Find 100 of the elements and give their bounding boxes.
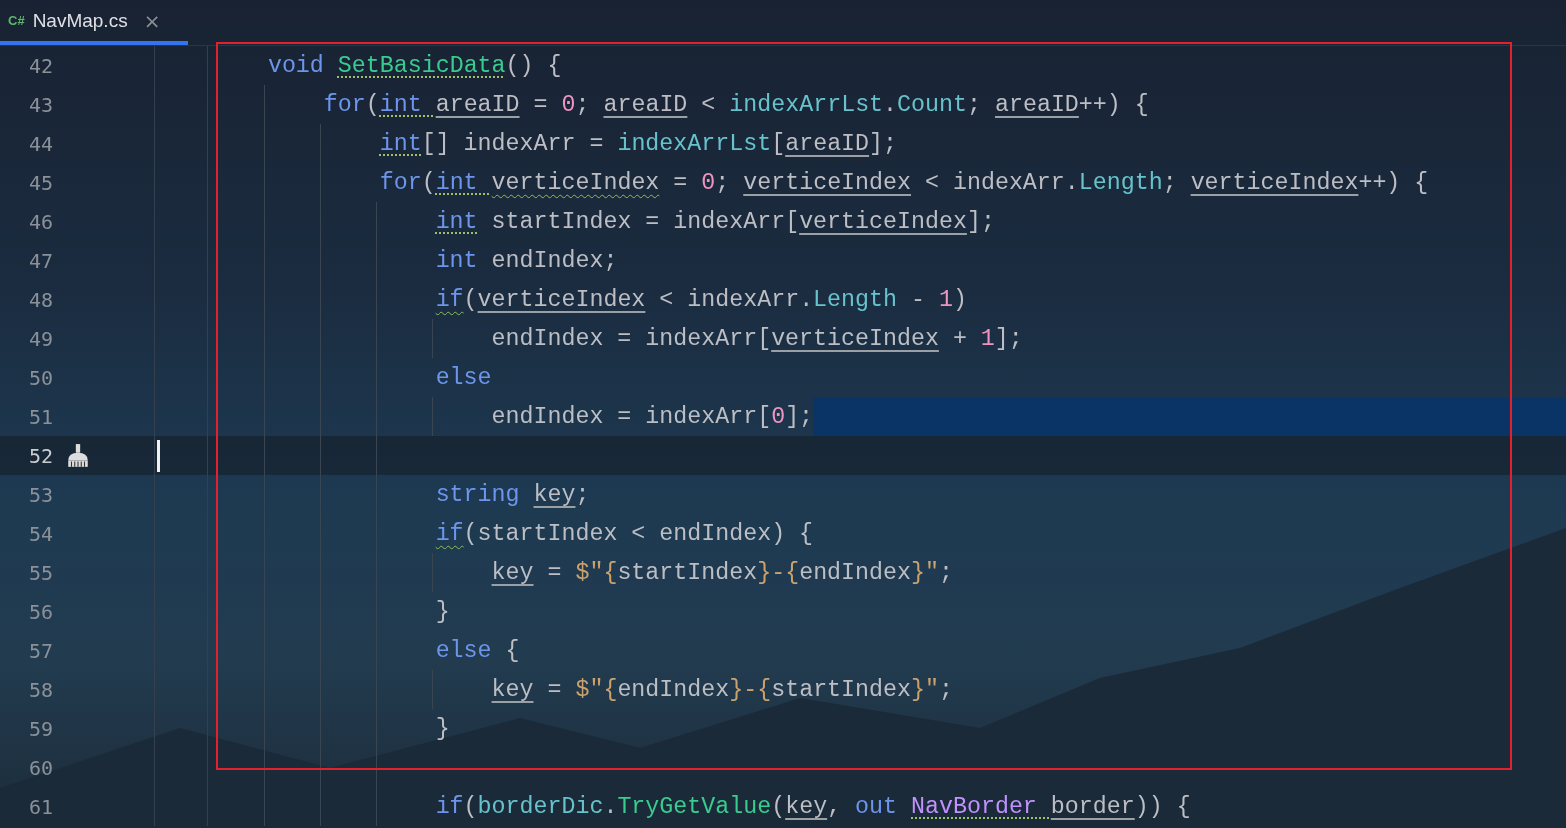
line-number: 60 (27, 755, 53, 780)
variable-name: areaID (785, 130, 870, 157)
code-text: < (700, 91, 717, 118)
code-text: , (827, 793, 843, 820)
code-text: ; (1162, 169, 1178, 196)
type-name: NavBorder (911, 793, 1038, 820)
line-number: 44 (27, 131, 53, 156)
string-literal: }" (911, 559, 939, 586)
variable-name: verticeIndex (477, 286, 646, 313)
variable-name: areaID (994, 91, 1079, 118)
member-name: Length (1078, 169, 1163, 196)
code-text: } (435, 715, 450, 742)
variable-name: verticeIndex (1190, 169, 1359, 196)
variable-name: areaID (435, 91, 520, 118)
brush-icon[interactable] (65, 442, 91, 469)
string-literal: }" (911, 676, 939, 703)
member-name: indexArrLst (729, 91, 884, 118)
line-number: 52 (27, 443, 53, 468)
code-text: ( (421, 169, 436, 196)
code-text: ; (575, 481, 590, 508)
code-text: ( (463, 793, 478, 820)
variable-name: verticeIndex (771, 325, 939, 352)
code-text: () { (505, 52, 562, 79)
line-number: 57 (27, 638, 53, 663)
code-text: ]; (994, 325, 1023, 352)
tab-title: NavMap.cs (32, 9, 128, 32)
code-text: ]; (966, 208, 995, 235)
variable-name: border (1050, 793, 1135, 820)
code-text: } (435, 598, 450, 625)
method-name: TryGetValue (617, 793, 772, 820)
variable-name: verticeIndex (743, 169, 911, 196)
code-text: = (546, 559, 563, 586)
code-text: < indexArr. (924, 169, 1079, 196)
keyword: if (435, 286, 464, 313)
code-text: ) (952, 286, 967, 313)
variable-name: verticeIndex (799, 208, 967, 235)
variable-name: verticeIndex (491, 169, 660, 196)
keyword: else (435, 364, 492, 391)
keyword: string (435, 481, 521, 508)
number-literal: 1 (938, 286, 953, 313)
code-text: ; (938, 676, 953, 703)
code-text: ; (938, 559, 953, 586)
line-number: 46 (27, 209, 53, 234)
variable-name: key (491, 676, 534, 703)
code-text: ]; (785, 403, 814, 430)
line-number: 47 (27, 248, 53, 273)
keyword: else (435, 637, 492, 664)
keyword: out (855, 793, 899, 820)
code-text: ++) { (1078, 91, 1149, 118)
code-text: ( (771, 793, 786, 820)
code-text: < indexArr. (658, 286, 814, 313)
code-text: ( (463, 286, 478, 313)
close-button[interactable]: × (141, 8, 163, 33)
code-text: - (909, 286, 926, 313)
editor-tab[interactable]: C# NavMap.cs × (0, 0, 188, 45)
code-text: = (672, 169, 689, 196)
variable-name: key (533, 481, 576, 508)
member-name: Length (813, 286, 897, 313)
line-number: 59 (27, 716, 53, 741)
number-literal: 0 (701, 169, 716, 196)
number-literal: 0 (771, 403, 786, 430)
member-name: borderDic (477, 793, 604, 820)
code-text: (startIndex < endIndex) { (463, 520, 814, 547)
line-number: 45 (27, 170, 53, 195)
code-text: startIndex (771, 676, 911, 703)
line-number: 55 (27, 560, 53, 585)
code-text: endIndex = indexArr[ (491, 403, 772, 430)
code-text: [ (771, 130, 786, 157)
keyword: int (435, 247, 478, 274)
code-text: endIndex; (490, 247, 618, 274)
variable-name: key (491, 559, 534, 586)
method-name: SetBasicData (337, 52, 506, 79)
keyword: int (435, 169, 479, 196)
keyword: for (379, 169, 422, 196)
member-name: Count (897, 91, 967, 118)
code-text: = (546, 676, 563, 703)
code-text: + (951, 325, 968, 352)
code-text: . (603, 793, 618, 820)
line-number: 51 (27, 404, 53, 429)
line-number: 50 (27, 365, 53, 390)
keyword: int (379, 91, 423, 118)
line-number: 61 (27, 794, 53, 819)
code-text: [] indexArr = (421, 130, 605, 157)
line-number: 43 (27, 92, 53, 117)
string-literal: }-{ (757, 559, 800, 586)
number-literal: 1 (980, 325, 995, 352)
line-number: 42 (27, 53, 53, 78)
keyword: int (435, 208, 478, 235)
language-label: C# (8, 13, 25, 28)
text-caret (157, 439, 160, 472)
keyword: if (435, 520, 464, 547)
code-text: = (532, 91, 549, 118)
line-number: 53 (27, 482, 53, 507)
code-text: startIndex (617, 559, 758, 586)
code-text: endIndex (617, 676, 730, 703)
variable-name: areaID (603, 91, 688, 118)
code-text: { (504, 637, 520, 664)
keyword: int (379, 130, 422, 157)
number-literal: 0 (561, 91, 576, 118)
member-name: indexArrLst (617, 130, 772, 157)
